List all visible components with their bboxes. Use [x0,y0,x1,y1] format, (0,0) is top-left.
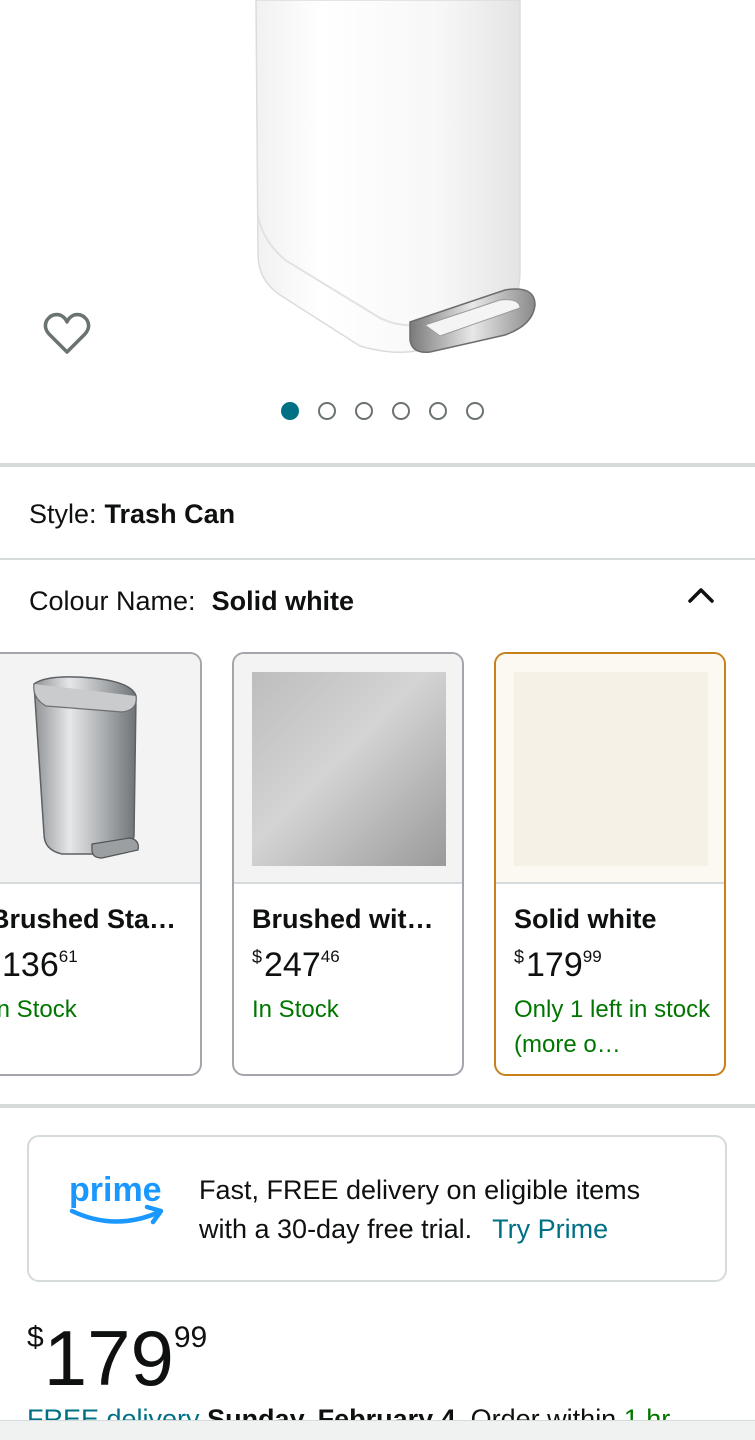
prime-logo-icon: prime [69,1171,164,1225]
price-whole: 179 [526,946,583,984]
pagination-dot-6[interactable] [466,402,484,420]
variant-card-solid-white[interactable]: Solid white $17999 Only 1 left in stock … [494,652,726,1076]
price-cents: 61 [58,947,78,966]
pagination-dot-3[interactable] [355,402,373,420]
variant-price: $24746 [252,946,340,985]
product-price: $17999 [27,1296,207,1400]
variant-name: Brushed Sta… [0,904,177,934]
try-prime-link[interactable]: Try Prime [492,1214,608,1244]
variant-stock-status: Only 1 left in stock (more o… [514,996,711,1058]
pagination-dot-1[interactable] [281,402,299,420]
section-divider [0,1104,755,1108]
bottom-bar [0,1420,755,1440]
pagination-dot-4[interactable] [392,402,410,420]
brushed-steel-swatch [252,672,446,866]
prime-line-2: with a 30-day free trial. [199,1214,473,1244]
variant-price: $13661 [0,946,78,985]
colour-selector-header[interactable]: Colour Name: Solid white [29,586,354,617]
variant-card-brushed-stainless[interactable]: Brushed Sta… $13661 In Stock [0,652,202,1076]
price-cents: 99 [173,1321,208,1354]
currency-symbol: $ [252,947,263,967]
price-cents: 99 [582,947,602,966]
chevron-up-icon[interactable] [686,583,716,607]
pagination-dot-5[interactable] [429,402,447,420]
variant-card-brushed-with[interactable]: Brushed wit… $24746 In Stock [232,652,464,1076]
variant-thumbnail [234,654,462,884]
price-cents: 46 [320,947,340,966]
image-pagination [0,402,755,420]
solid-white-swatch [514,672,708,866]
prime-promo-box[interactable]: prime Fast, FREE delivery on eligible it… [27,1135,727,1282]
trash-can-thumbnail-icon [33,676,139,859]
price-whole: 136 [2,946,59,984]
wishlist-heart-icon[interactable] [42,310,92,358]
style-selector[interactable]: Style: Trash Can [29,499,235,530]
colour-value: Solid white [211,586,355,616]
currency-symbol: $ [514,947,525,967]
variant-thumbnail [496,654,724,884]
product-image-gallery[interactable] [0,0,755,464]
variant-name: Brushed wit… [252,904,434,934]
variant-stock-status: In Stock [252,996,339,1023]
prime-line-1: Fast, FREE delivery on eligible items [199,1175,641,1205]
prime-logo-text: prime [69,1171,162,1209]
pagination-dot-2[interactable] [318,402,336,420]
product-image[interactable] [0,0,755,400]
divider [0,558,755,560]
prime-promo-text: Fast, FREE delivery on eligible items wi… [199,1171,640,1249]
variant-name: Solid white [514,904,657,934]
prime-line-2-wrap: with a 30-day free trial. Try Prime [199,1210,640,1249]
variant-thumbnail [0,654,200,884]
variant-price: $17999 [514,946,602,985]
currency-symbol: $ [27,1321,44,1354]
price-whole: 179 [43,1314,174,1402]
price-whole: 247 [264,946,321,984]
variant-stock-status: In Stock [0,996,77,1023]
style-label: Style: [29,499,97,529]
section-divider [0,463,755,467]
colour-label: Colour Name: [29,586,196,616]
style-value: Trash Can [104,499,236,529]
